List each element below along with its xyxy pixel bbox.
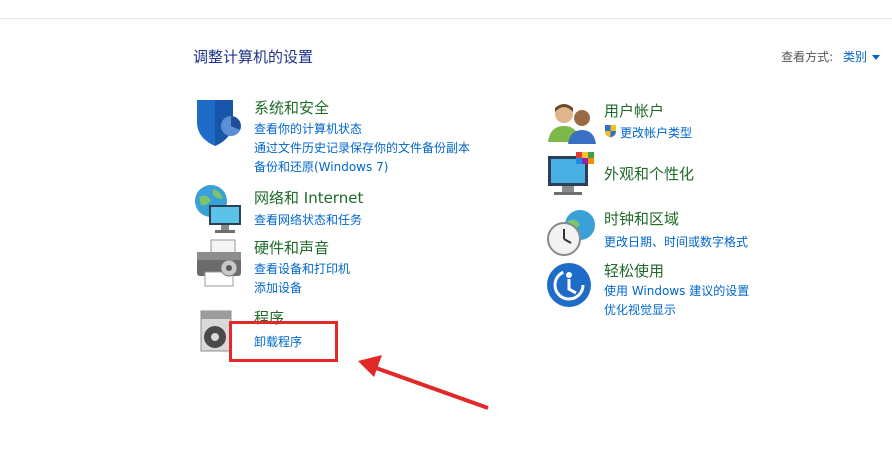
annotation-arrow (358, 355, 489, 410)
